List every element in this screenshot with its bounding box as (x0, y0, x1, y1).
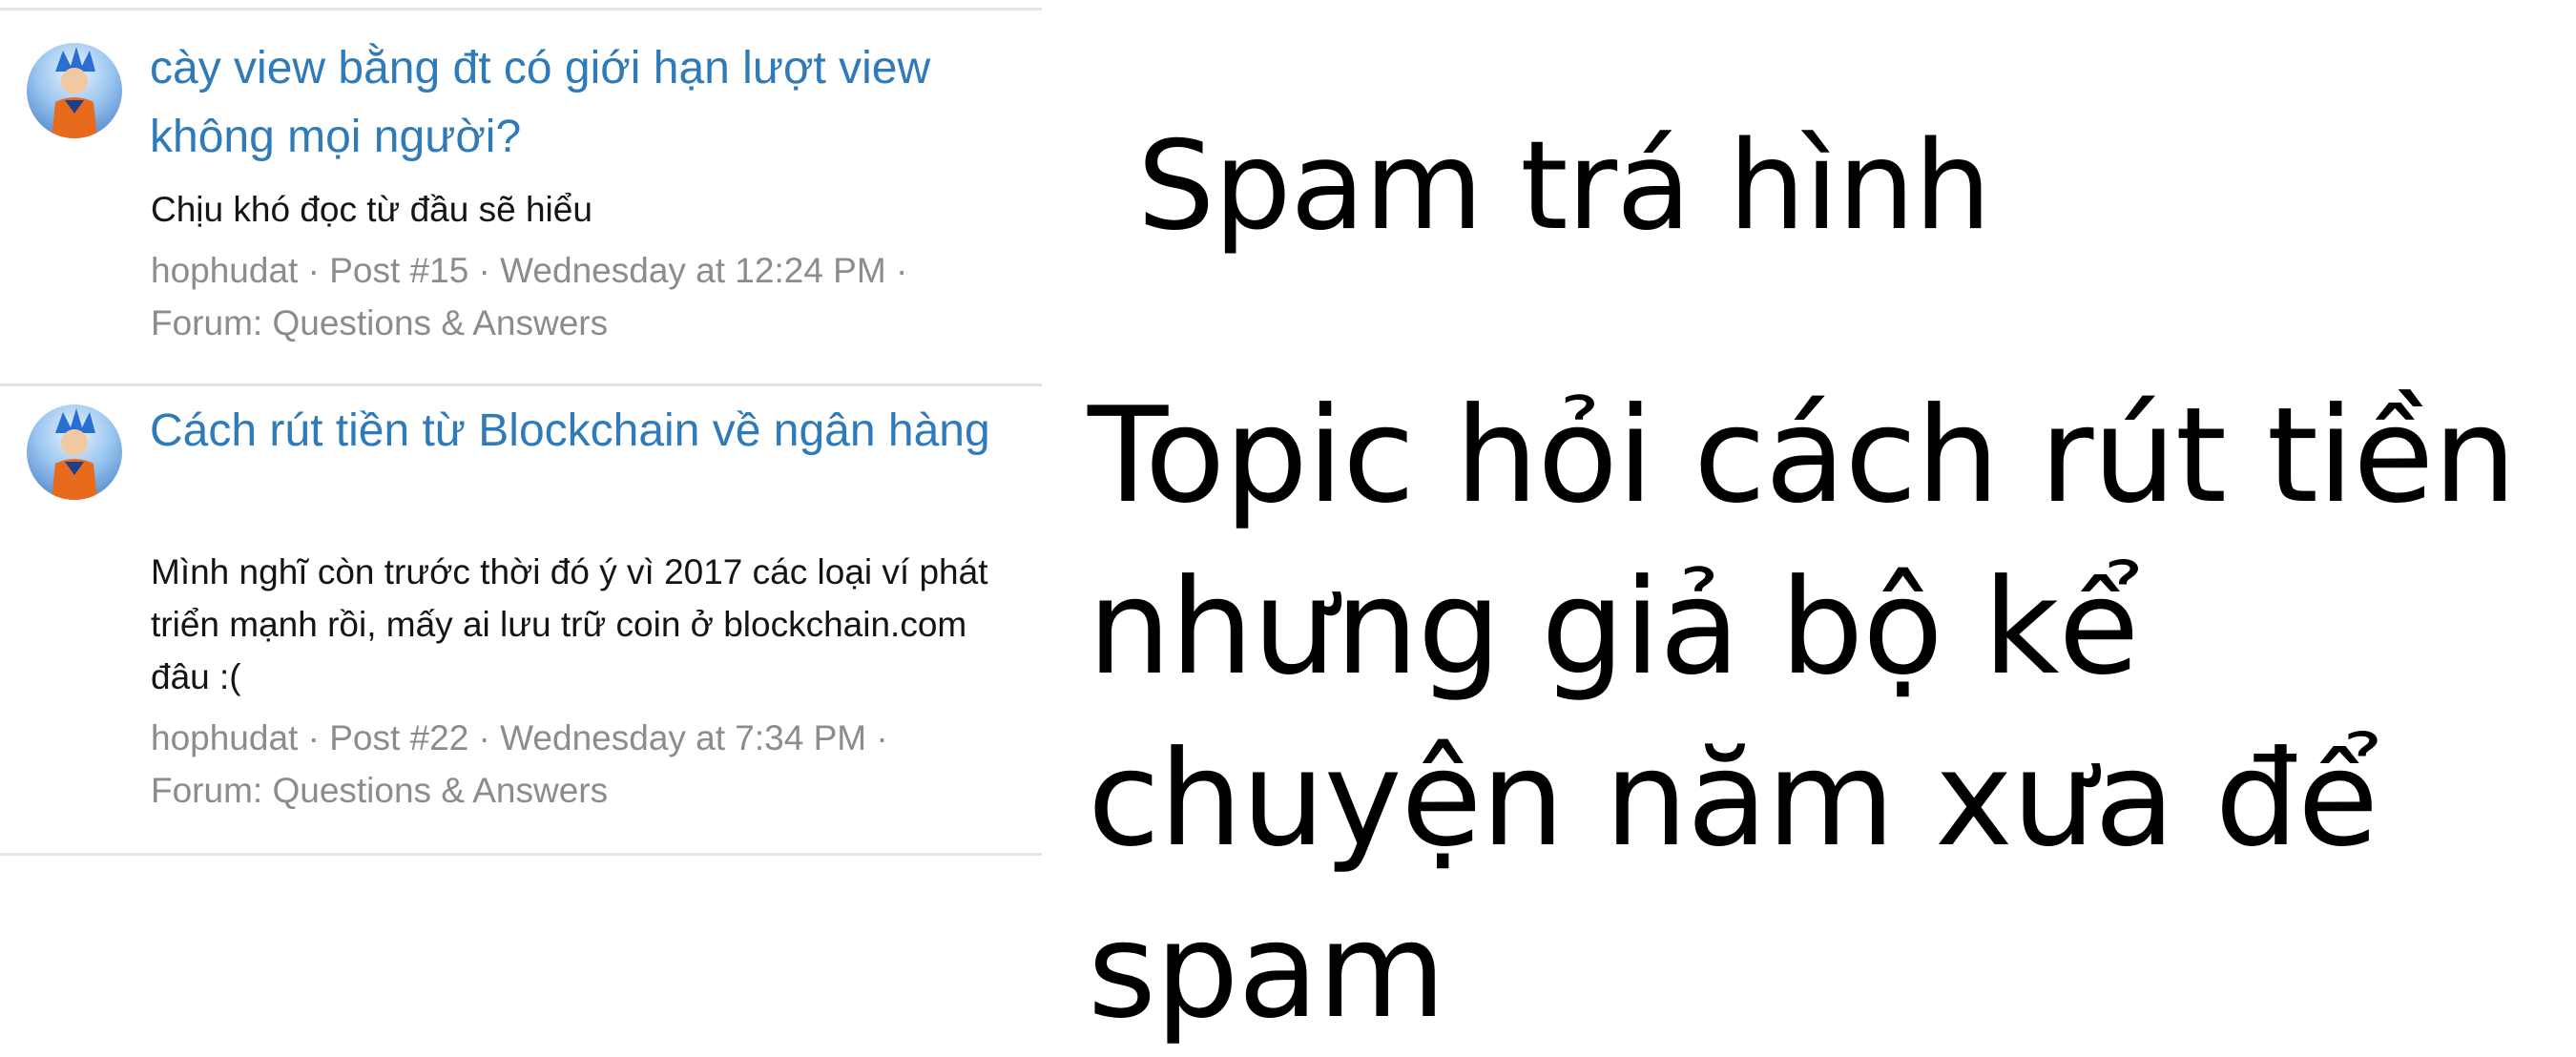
avatar-icon (52, 408, 97, 500)
meta-separator: · (468, 718, 501, 757)
divider (0, 383, 1042, 386)
post-meta: hophudat · Post #15 · Wednesday at 12:24… (151, 244, 1009, 349)
post-timestamp: Wednesday at 7:34 PM (500, 718, 867, 757)
search-results-list: cày view bằng đt có giới hạn lượt view k… (0, 0, 1042, 901)
author-link[interactable]: hophudat (151, 251, 298, 290)
explanation-caption: Topic hỏi cách rút tiền nhưng giả bộ kể … (1088, 379, 2517, 1047)
post-title-link[interactable]: Cách rút tiền từ Blockchain về ngân hàng (150, 397, 1008, 466)
post-timestamp: Wednesday at 12:24 PM (500, 251, 886, 290)
author-link[interactable]: hophudat (151, 718, 298, 757)
post-number-link[interactable]: Post #22 (329, 718, 468, 757)
forum-link[interactable]: Forum: Questions & Answers (151, 303, 608, 342)
avatar-icon (52, 47, 97, 138)
post-title-link[interactable]: cày view bằng đt có giới hạn lượt view k… (150, 34, 1008, 172)
post-snippet: Chịu khó đọc từ đầu sẽ hiểu (151, 190, 592, 229)
forum-link[interactable]: Forum: Questions & Answers (151, 771, 608, 810)
avatar[interactable] (27, 43, 122, 138)
post-number-link[interactable]: Post #15 (329, 251, 468, 290)
avatar[interactable] (27, 404, 122, 500)
spam-label-caption: Spam trá hình (1137, 115, 1991, 258)
meta-separator: · (298, 718, 330, 757)
post-meta: hophudat · Post #22 · Wednesday at 7:34 … (151, 712, 1009, 817)
post-snippet: Mình nghĩ còn trước thời đó ý vì 2017 cá… (151, 552, 988, 696)
divider (0, 853, 1042, 856)
meta-separator: · (866, 718, 888, 757)
meta-separator: · (885, 251, 908, 290)
divider (0, 8, 1042, 10)
meta-separator: · (298, 251, 330, 290)
meta-separator: · (468, 251, 501, 290)
